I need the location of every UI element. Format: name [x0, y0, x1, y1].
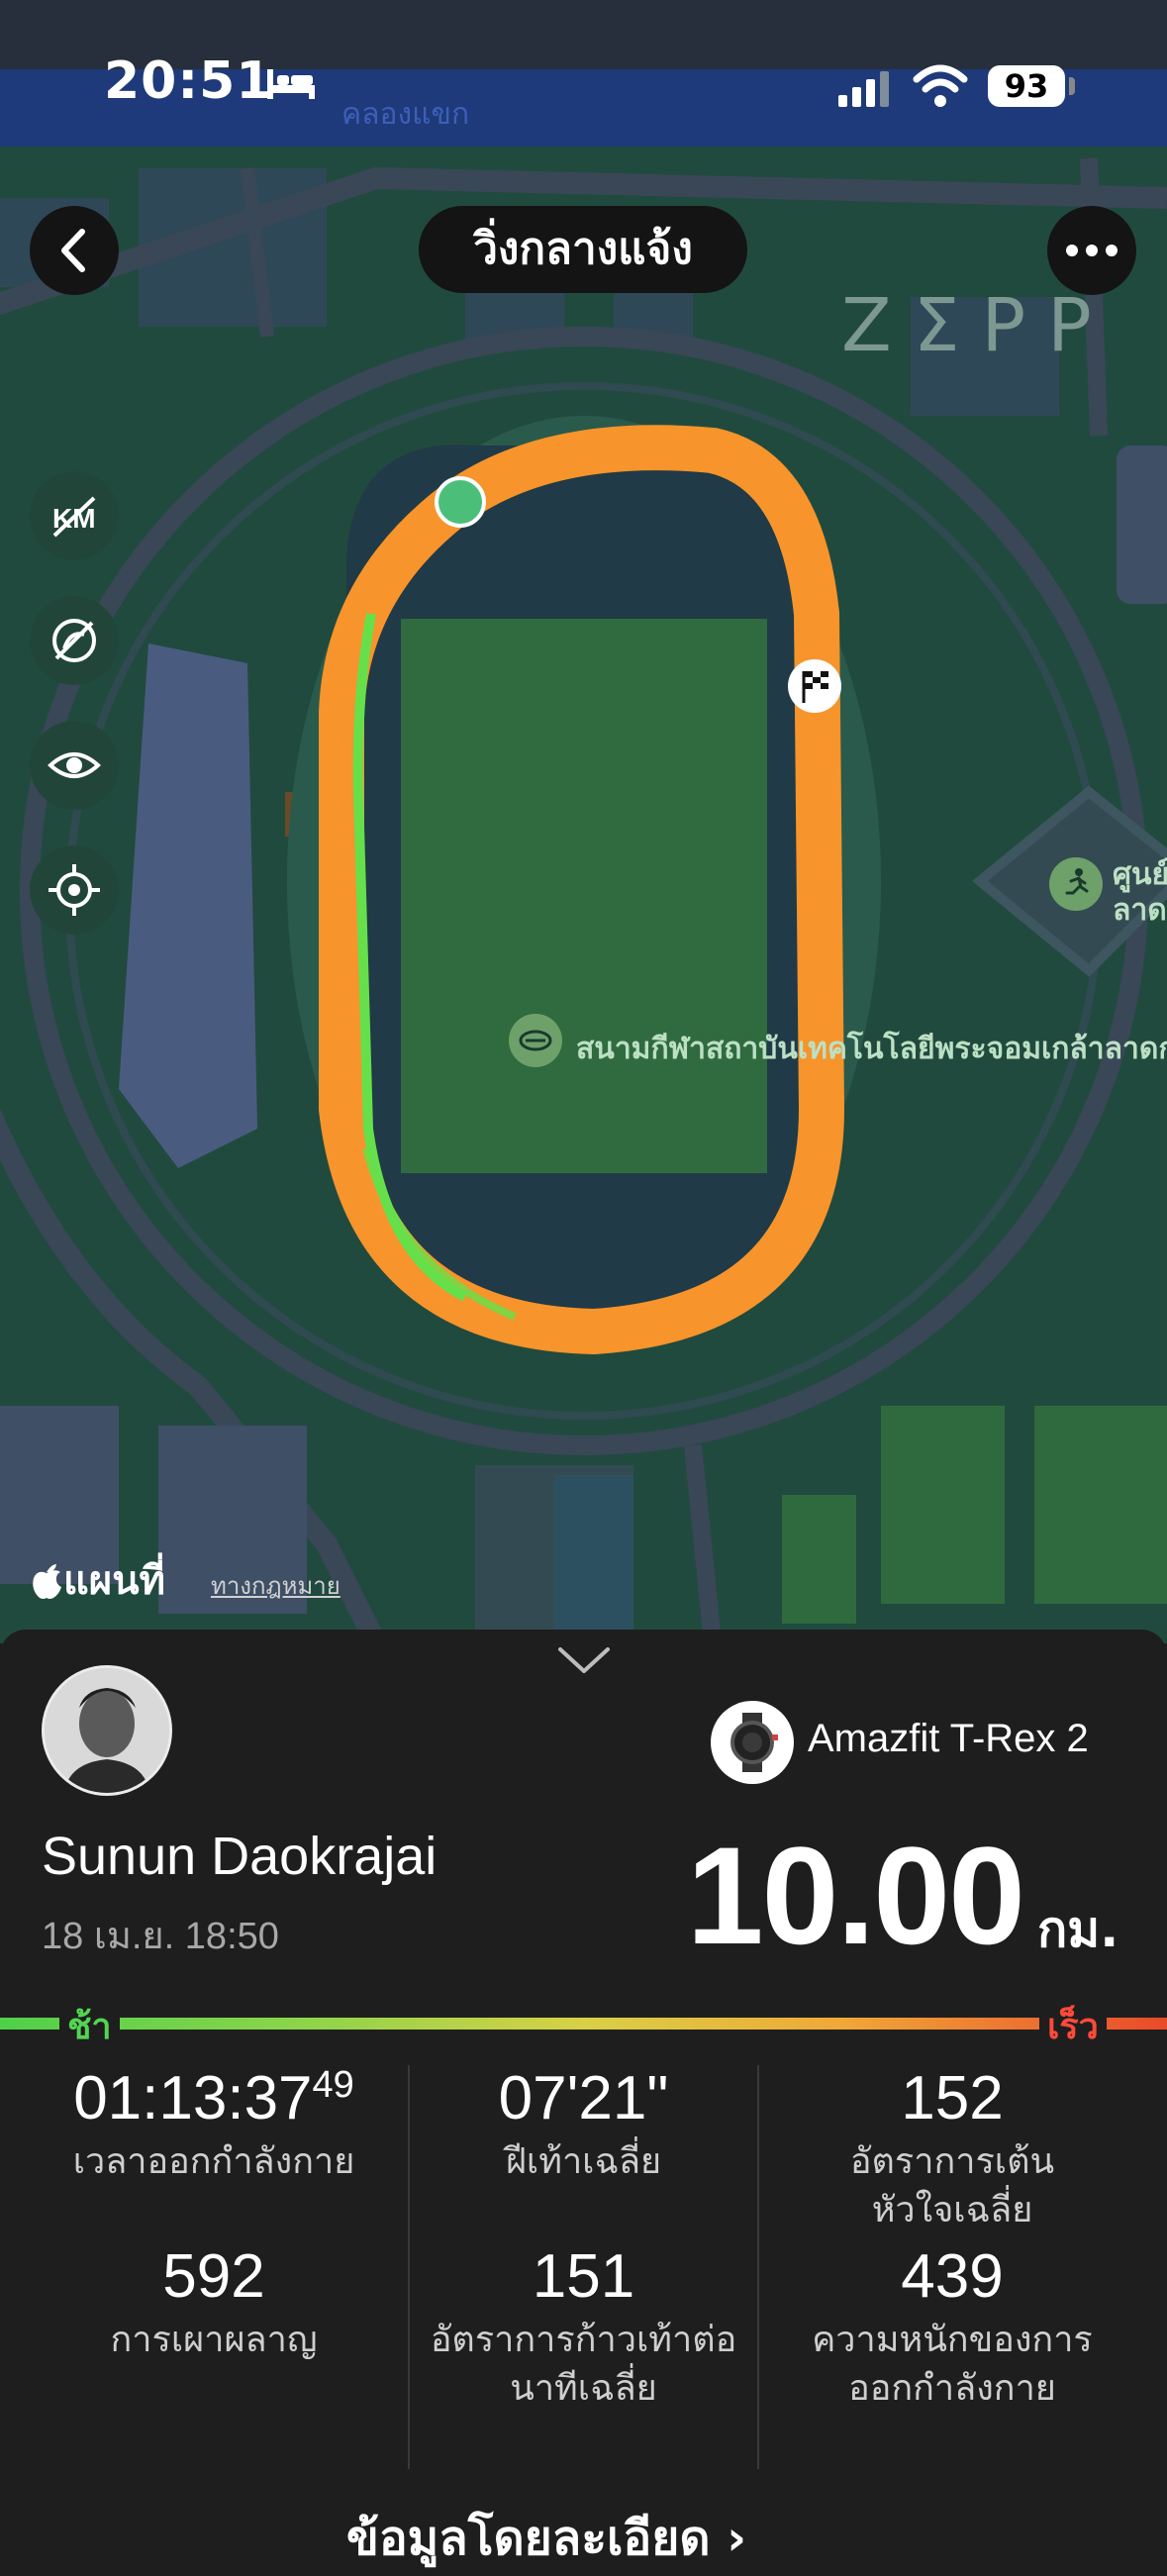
stat-calories: 592 การเผาผลาญ [30, 2242, 398, 2365]
duration-value: 01:13:3749 [30, 2064, 398, 2132]
avatar[interactable] [42, 1665, 172, 1796]
sleep-focus-icon [267, 69, 315, 99]
user-name: Sunun Daokrajai [42, 1827, 438, 1886]
workout-summary-panel: Amazfit T-Rex 2 Sunun Daokrajai 18 เม.ย.… [0, 1630, 1167, 2566]
duration-fraction: 49 [312, 2064, 354, 2106]
workout-type-title: วิ่งกลางแจ้ง [419, 206, 747, 293]
cellular-signal-icon [838, 71, 889, 107]
km-marker-icon: KM [52, 496, 96, 538]
zepp-logo: ZΣPP [841, 283, 1114, 368]
avg-heart-rate-value: 152 [901, 2064, 1004, 2132]
start-marker-icon [435, 476, 486, 528]
status-time: 20:51 [104, 51, 273, 111]
training-load-label-line1: ความหนักของการ [812, 2320, 1093, 2361]
pace-slow-label: ช้า [59, 1998, 120, 2054]
more-options-button[interactable] [1047, 206, 1136, 295]
chevron-left-icon [61, 229, 85, 272]
calories-value: 592 [162, 2242, 265, 2311]
recenter-button[interactable] [30, 845, 119, 935]
training-load-label-line2: ออกกำลังกาย [848, 2367, 1056, 2409]
route-hidden-icon [52, 619, 96, 662]
detailed-data-link[interactable]: ข้อมูลโดยละเอียด › [346, 2501, 746, 2576]
maps-attribution-label: แผนที่ [63, 1558, 165, 1604]
avg-pace-label: ฝีเท้าเฉลี่ย [505, 2141, 662, 2183]
pace-legend-bar [0, 2018, 1167, 2030]
sports-center-poi-icon[interactable] [1049, 857, 1103, 911]
stadium-poi-label[interactable]: สนามกีฬาสถาบันเทคโนโลยีพระจอมเกล้าลาดกระ… [576, 1026, 1167, 1072]
avg-cadence-label: อัตราการก้าวเท้าต่อ นาทีเฉลี่ย [410, 2317, 757, 2413]
back-button[interactable] [30, 206, 119, 295]
detailed-data-label: ข้อมูลโดยละเอียด [346, 2511, 711, 2566]
training-load-label: ความหนักของการ ออกกำลังกาย [759, 2317, 1145, 2413]
maps-attribution: แผนที่ [30, 1548, 165, 1612]
chevron-down-icon[interactable] [556, 1645, 612, 1675]
map-road-label: คลองแขก [341, 97, 470, 132]
visibility-toggle-button[interactable] [30, 721, 119, 810]
duration-label: เวลาออกกำลังกาย [72, 2141, 355, 2183]
apple-logo-icon [33, 1564, 61, 1599]
legal-link[interactable]: ทางกฎหมาย [211, 1566, 340, 1605]
watch-glyph-icon [730, 1713, 778, 1772]
duration-main: 01:13:37 [73, 2064, 313, 2132]
distance-unit: กม. [1037, 1901, 1119, 1958]
route-map[interactable]: 20:51 คลองแขก 93 วิ่งกลางแจ้ง ZΣPP สนามก… [0, 0, 1167, 1643]
stat-duration: 01:13:3749 เวลาออกกำลังกาย [30, 2064, 398, 2187]
runner-glyph-icon [1065, 868, 1089, 895]
distance-value: 10.00 [686, 1818, 1025, 1973]
avg-cadence-label-line1: อัตราการก้าวเท้าต่อ [430, 2320, 737, 2361]
avg-heart-rate-label-line2: หัวใจเฉลี่ย [871, 2189, 1033, 2230]
stadium-poi-icon[interactable] [509, 1014, 562, 1067]
training-load-value: 439 [901, 2242, 1004, 2311]
stat-avg-cadence: 151 อัตราการก้าวเท้าต่อ นาทีเฉลี่ย [410, 2242, 757, 2413]
more-dots-icon [1066, 245, 1118, 256]
status-bar: 20:51 คลองแขก 93 [0, 0, 1167, 149]
battery-tip [1069, 77, 1075, 95]
battery-indicator: 93 [988, 65, 1065, 107]
stat-training-load: 439 ความหนักของการ ออกกำลังกาย [759, 2242, 1145, 2413]
pace-fast-label: เร็ว [1039, 1998, 1107, 2054]
stat-avg-pace: 07'21" ฝีเท้าเฉลี่ย [410, 2064, 757, 2187]
eye-icon [48, 752, 101, 778]
avg-cadence-value: 151 [532, 2242, 635, 2311]
user-photo [45, 1668, 169, 1793]
stadium-glyph-icon [519, 1030, 552, 1051]
workout-date: 18 เม.ย. 18:50 [42, 1916, 279, 1957]
locate-icon [49, 864, 100, 916]
stat-avg-heart-rate: 152 อัตราการเต้น หัวใจเฉลี่ย [759, 2064, 1145, 2234]
avg-cadence-label-line2: นาทีเฉลี่ย [510, 2367, 657, 2409]
device-name: Amazfit T-Rex 2 [808, 1717, 1089, 1760]
km-marker-toggle-button[interactable]: KM [30, 471, 119, 560]
sports-center-label-line2[interactable]: ลาด [1113, 887, 1167, 934]
chevron-right-icon: › [727, 2511, 746, 2566]
watch-icon [711, 1701, 794, 1784]
calories-label: การเผาผลาญ [110, 2320, 318, 2361]
hide-route-toggle-button[interactable] [30, 596, 119, 685]
avg-pace-value: 07'21" [498, 2064, 669, 2132]
wifi-icon [913, 64, 968, 107]
finish-flag-icon [788, 659, 841, 713]
avg-heart-rate-label-line1: อัตราการเต้น [849, 2141, 1055, 2183]
avg-heart-rate-label: อัตราการเต้น หัวใจเฉลี่ย [759, 2138, 1145, 2234]
